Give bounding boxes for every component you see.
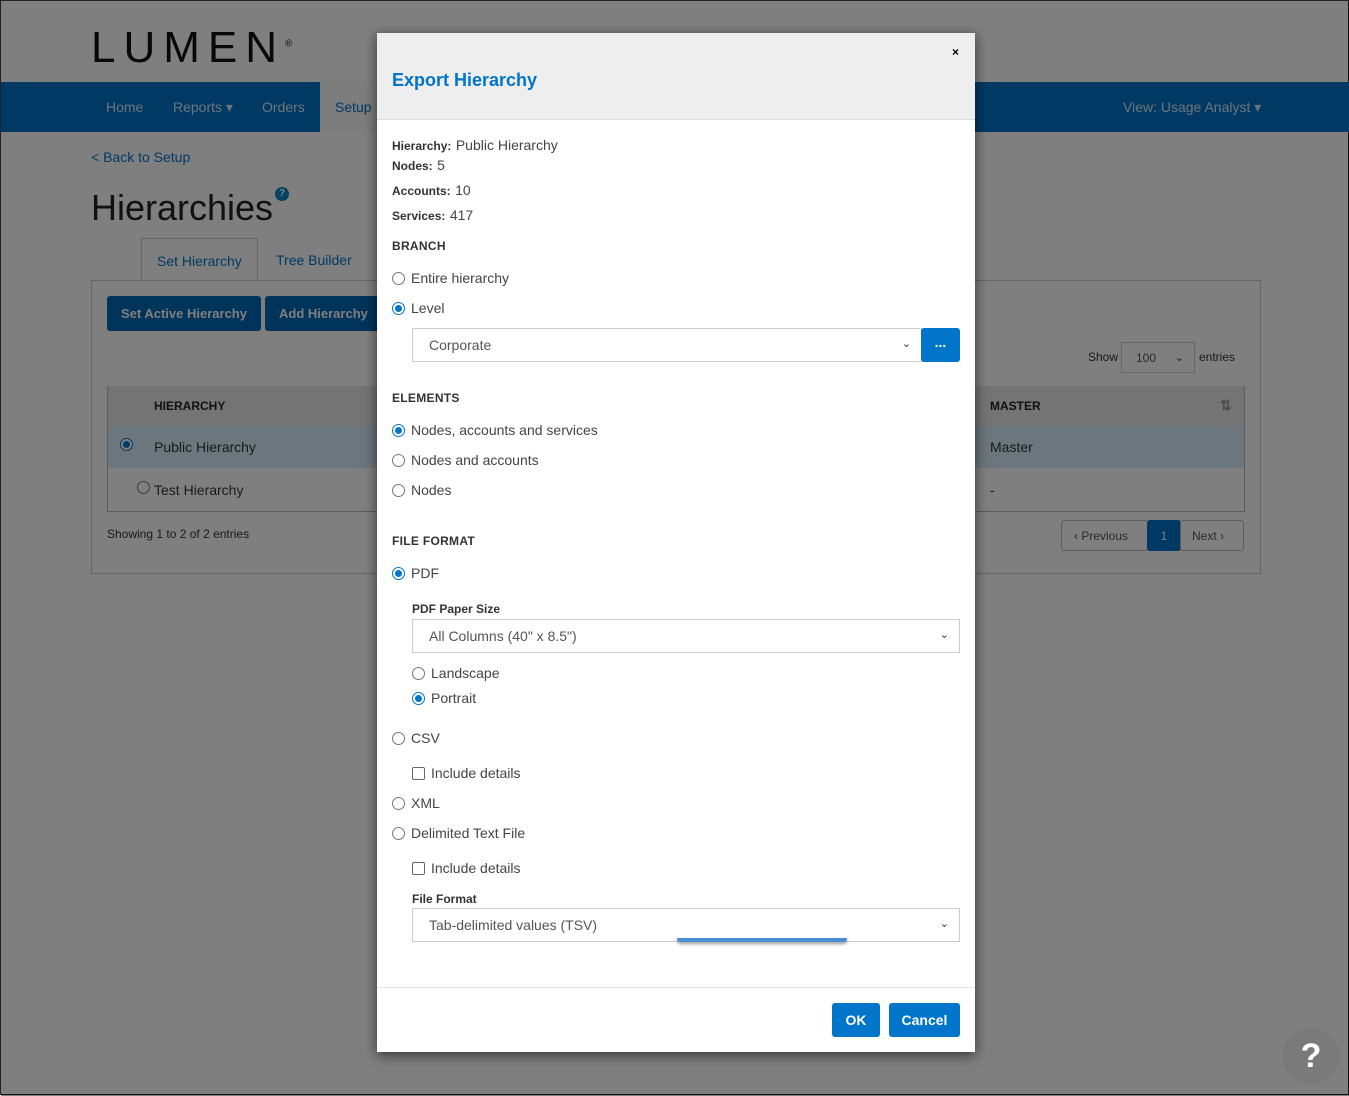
csv-include-details-checkbox[interactable]: Include details — [412, 765, 521, 781]
file-format-heading: FILE FORMAT — [392, 534, 476, 548]
radio-icon — [412, 691, 425, 705]
summary-value: Public Hierarchy — [455, 137, 558, 153]
help-button[interactable]: ? — [1283, 1028, 1339, 1084]
file-format-select[interactable]: Tab-delimited values (TSV) ⌄ — [412, 908, 960, 942]
summary-services: Services: 417 — [392, 207, 473, 225]
summary-label: Nodes: — [392, 159, 433, 173]
option-label: XML — [411, 795, 440, 811]
option-label: Entire hierarchy — [411, 270, 510, 286]
pdf-paper-size-select[interactable]: All Columns (40" x 8.5") ⌄ — [412, 619, 960, 653]
chevron-down-icon: ⌄ — [901, 338, 911, 350]
summary-accounts: Accounts: 10 — [392, 182, 471, 200]
summary-label: Hierarchy: — [392, 139, 452, 153]
close-icon[interactable]: × — [952, 45, 959, 59]
chevron-down-icon: ⌄ — [939, 918, 949, 930]
checkbox-icon — [412, 861, 425, 875]
option-label: Delimited Text File — [411, 825, 526, 841]
branch-heading: BRANCH — [392, 239, 446, 253]
portrait-radio[interactable]: Portrait — [412, 690, 476, 706]
elements-nodes-accounts-radio[interactable]: Nodes and accounts — [392, 452, 539, 468]
option-label: Landscape — [431, 665, 500, 681]
summary-value: 5 — [437, 157, 445, 173]
option-label: PDF — [411, 565, 439, 581]
summary-label: Accounts: — [392, 184, 451, 198]
option-label: Include details — [431, 860, 521, 876]
radio-icon — [392, 731, 405, 745]
radio-icon — [392, 301, 405, 315]
level-select[interactable]: Corporate ⌄ — [412, 328, 922, 362]
radio-icon — [392, 271, 405, 285]
chevron-down-icon: ⌄ — [939, 629, 949, 641]
file-format-value: Tab-delimited values (TSV) — [429, 917, 598, 933]
radio-icon — [392, 423, 405, 437]
browse-level-button[interactable]: ... — [921, 328, 960, 362]
radio-icon — [412, 666, 425, 680]
branch-entire-radio[interactable]: Entire hierarchy — [392, 270, 509, 286]
format-csv-radio[interactable]: CSV — [392, 730, 440, 746]
option-label: Nodes, accounts and services — [411, 422, 598, 438]
elements-all-radio[interactable]: Nodes, accounts and services — [392, 422, 598, 438]
pdf-paper-size-label: PDF Paper Size — [412, 602, 501, 616]
summary-nodes: Nodes: 5 — [392, 157, 445, 175]
modal-footer-divider — [377, 987, 975, 988]
delimited-include-details-checkbox[interactable]: Include details — [412, 860, 521, 876]
elements-nodes-radio[interactable]: Nodes — [392, 482, 451, 498]
radio-icon — [392, 826, 405, 840]
branch-level-radio[interactable]: Level — [392, 300, 444, 316]
file-format-label: File Format — [412, 892, 477, 906]
summary-label: Services: — [392, 209, 446, 223]
radio-icon — [392, 453, 405, 467]
radio-icon — [392, 566, 405, 580]
format-pdf-radio[interactable]: PDF — [392, 565, 439, 581]
pdf-paper-value: All Columns (40" x 8.5") — [429, 628, 577, 644]
modal-title: Export Hierarchy — [392, 70, 538, 90]
option-label: Include details — [431, 765, 521, 781]
level-value: Corporate — [429, 337, 492, 353]
summary-value: 10 — [455, 182, 471, 198]
option-label: Nodes and accounts — [411, 452, 539, 468]
cancel-button[interactable]: Cancel — [889, 1003, 960, 1037]
format-xml-radio[interactable]: XML — [392, 795, 440, 811]
option-label: Nodes — [411, 482, 452, 498]
scroll-indicator — [677, 938, 847, 942]
ok-button[interactable]: OK — [832, 1003, 880, 1037]
landscape-radio[interactable]: Landscape — [412, 665, 500, 681]
summary-value: 417 — [449, 207, 474, 223]
option-label: Level — [411, 300, 445, 316]
checkbox-icon — [412, 766, 425, 780]
export-hierarchy-modal: Export Hierarchy × Hierarchy: Public Hie… — [377, 33, 975, 1052]
format-delimited-radio[interactable]: Delimited Text File — [392, 825, 525, 841]
elements-heading: ELEMENTS — [392, 391, 460, 405]
option-label: CSV — [411, 730, 440, 746]
radio-icon — [392, 796, 405, 810]
radio-icon — [392, 483, 405, 497]
option-label: Portrait — [431, 690, 477, 706]
summary-hierarchy: Hierarchy: Public Hierarchy — [392, 137, 558, 155]
